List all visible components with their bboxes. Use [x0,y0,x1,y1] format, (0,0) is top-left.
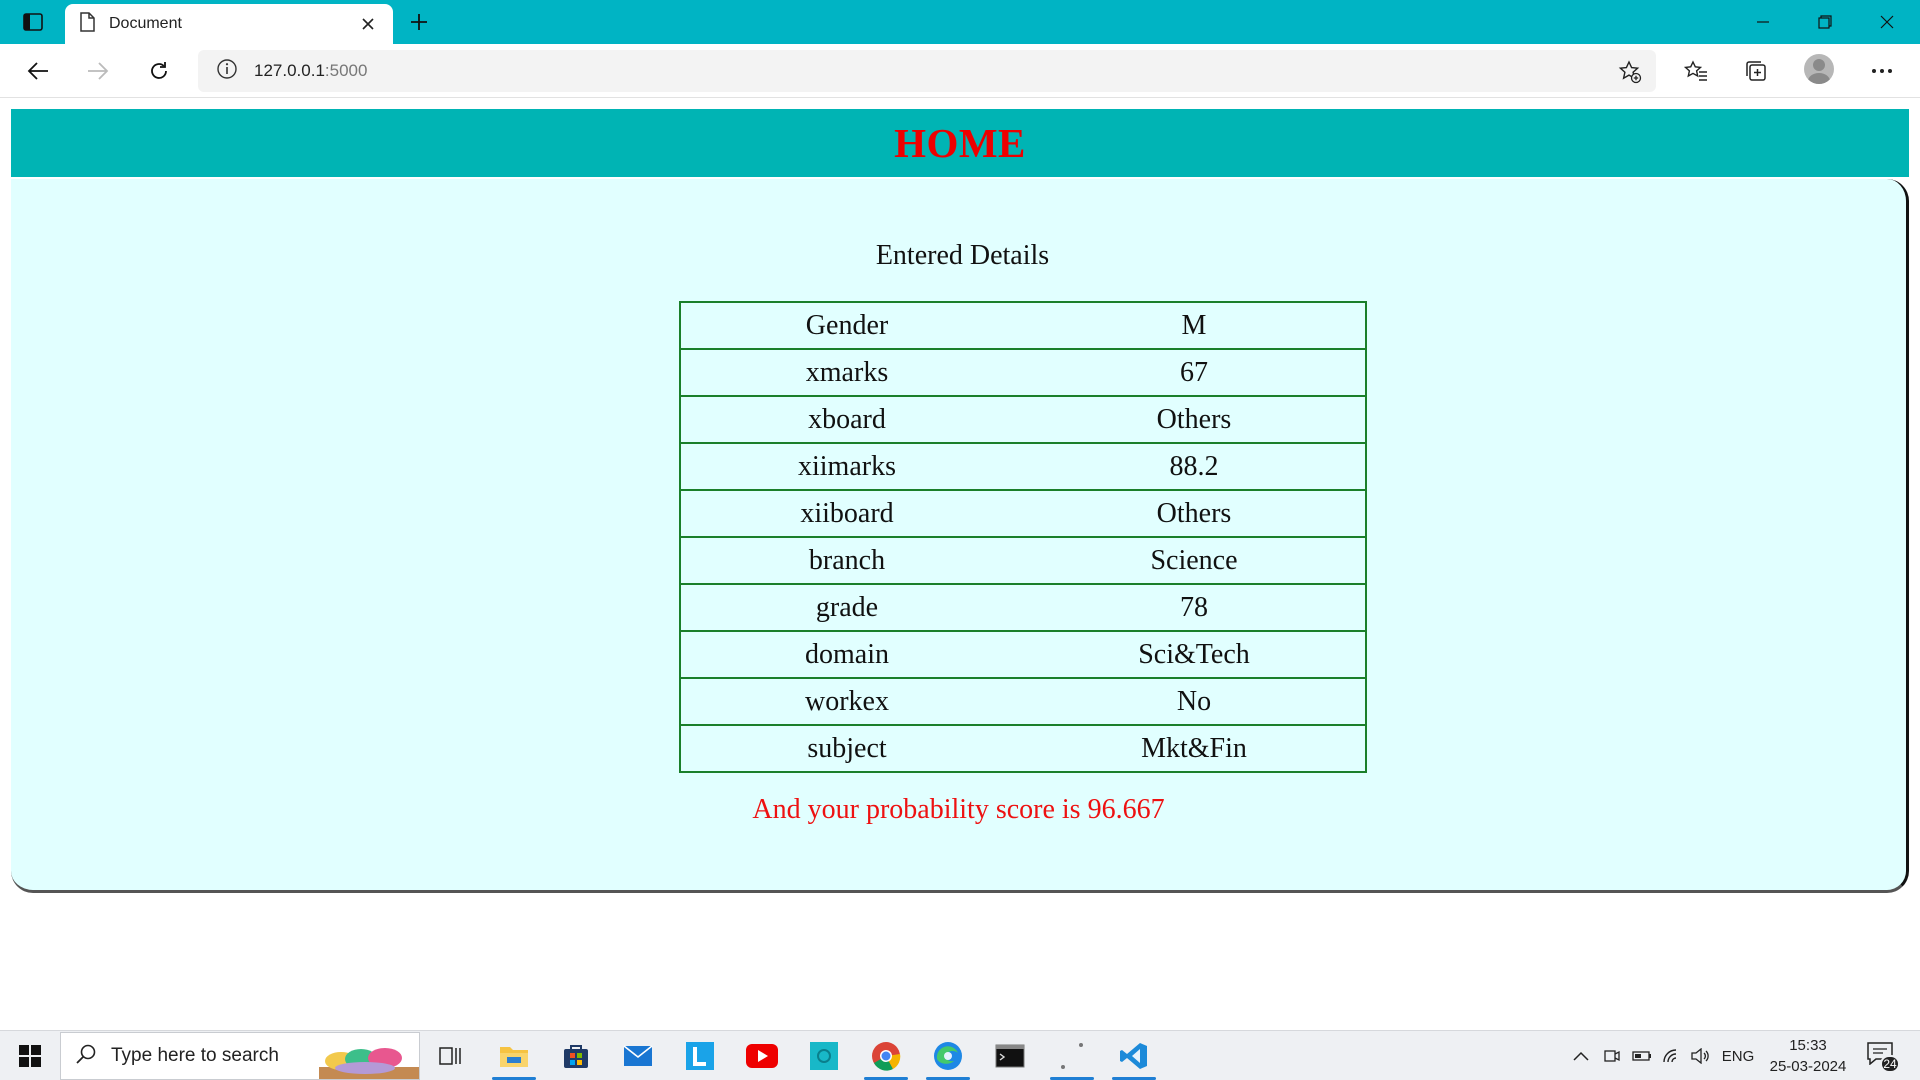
detail-value: Sci&Tech [1023,630,1367,679]
minimize-icon[interactable] [1732,0,1794,44]
clock-date: 25-03-2024 [1769,1058,1847,1075]
address-bar[interactable]: 127.0.0.1:5000 [198,50,1656,92]
page-viewport: HOME Entered Details Gender Mxmarks 67 xboa… [0,99,1920,1030]
wifi-icon[interactable] [1660,1031,1684,1080]
refresh-icon[interactable] [141,53,177,89]
detail-label: domain [679,630,1023,679]
table-row: branch Science [679,536,1367,585]
document-icon [79,11,95,37]
detail-value: Science [1023,536,1367,585]
search-highlight-art-icon [319,1048,419,1079]
detail-label: xboard [679,395,1023,444]
probability-score: And your probability score is 96.667 [752,794,1165,825]
details-table: Gender Mxmarks 67 xboard Others xiimarks 88.2 x… [679,301,1367,773]
details-card: Entered Details Gender Mxmarks 67 xboard Oth… [11,179,1909,893]
detail-label: grade [679,583,1023,632]
language-indicator[interactable]: ENG [1718,1031,1758,1080]
add-favorite-icon[interactable] [1616,58,1644,86]
url-host: 127.0.0.1 [254,61,325,80]
volume-icon[interactable] [1688,1031,1712,1080]
chrome-icon[interactable] [858,1031,914,1080]
taskbar-search-box[interactable]: Type here to search [60,1032,420,1080]
notification-center-icon[interactable]: 24 [1866,1041,1902,1073]
info-icon[interactable] [216,58,238,85]
vscode-icon[interactable] [1106,1031,1162,1080]
search-placeholder: Type here to search [111,1045,279,1066]
detail-label: xmarks [679,348,1023,397]
notification-badge: 24 [1880,1055,1900,1073]
restore-icon[interactable] [1794,0,1856,44]
detail-value: 78 [1023,583,1367,632]
home-header: HOME [11,109,1909,177]
task-view-icon[interactable] [422,1031,478,1080]
detail-label: branch [679,536,1023,585]
detail-label: xiimarks [679,442,1023,491]
jupyter-icon[interactable] [1044,1031,1100,1080]
table-row: subject Mkt&Fin [679,724,1367,773]
profile-avatar[interactable] [1804,54,1834,84]
table-row: workex No [679,677,1367,726]
close-tab-icon[interactable] [357,13,379,35]
new-tab-icon[interactable] [403,8,435,36]
browser-nav-bar: 127.0.0.1:5000 [0,44,1920,98]
table-row: xmarks 67 [679,348,1367,397]
meet-now-icon[interactable] [1600,1031,1624,1080]
detail-value: Others [1023,395,1367,444]
tab-title: Document [109,15,182,32]
url-text: 127.0.0.1:5000 [254,61,367,81]
detail-value: Mkt&Fin [1023,724,1367,773]
edge-icon[interactable] [920,1031,976,1080]
favorites-icon[interactable] [1678,53,1714,89]
detail-value: M [1023,301,1367,350]
file-explorer-icon[interactable] [486,1031,542,1080]
table-row: grade 78 [679,583,1367,632]
show-hidden-icons-icon[interactable] [1570,1031,1592,1080]
store-icon[interactable] [548,1031,604,1080]
l-app-icon[interactable] [672,1031,728,1080]
close-window-icon[interactable] [1856,0,1918,44]
detail-value: Others [1023,489,1367,538]
table-row: xiiboard Others [679,489,1367,538]
detail-label: Gender [679,301,1023,350]
detail-value: No [1023,677,1367,726]
table-row: Gender M [679,301,1367,350]
table-row: domain Sci&Tech [679,630,1367,679]
mail-icon[interactable] [610,1031,666,1080]
details-title: Entered Details [875,240,1050,271]
tab-actions-icon[interactable] [16,9,50,35]
table-row: xiimarks 88.2 [679,442,1367,491]
page-title: HOME [894,120,1026,166]
windows-start-icon[interactable] [0,1031,60,1080]
app-icon[interactable] [796,1031,852,1080]
url-port: :5000 [324,61,368,80]
youtube-icon[interactable] [734,1031,790,1080]
forward-icon[interactable] [80,53,116,89]
tab-document[interactable]: Document [65,4,393,44]
terminal-icon[interactable] [982,1031,1038,1080]
table-row: xboard Others [679,395,1367,444]
back-icon[interactable] [20,53,56,89]
collections-icon[interactable] [1738,53,1774,89]
more-options-icon[interactable] [1864,53,1900,89]
detail-value: 67 [1023,348,1367,397]
search-icon [75,1043,97,1070]
detail-value: 88.2 [1023,442,1367,491]
language-text: ENG [1721,1047,1755,1065]
detail-label: subject [679,724,1023,773]
detail-label: workex [679,677,1023,726]
clock-time: 15:33 [1789,1037,1827,1054]
taskbar: Type here to search ENG 15:33 25-03-2024… [0,1030,1920,1080]
browser-tab-bar: Document [0,0,1920,44]
detail-label: xiiboard [679,489,1023,538]
battery-icon[interactable] [1630,1031,1654,1080]
clock[interactable]: 15:33 25-03-2024 [1764,1035,1852,1077]
